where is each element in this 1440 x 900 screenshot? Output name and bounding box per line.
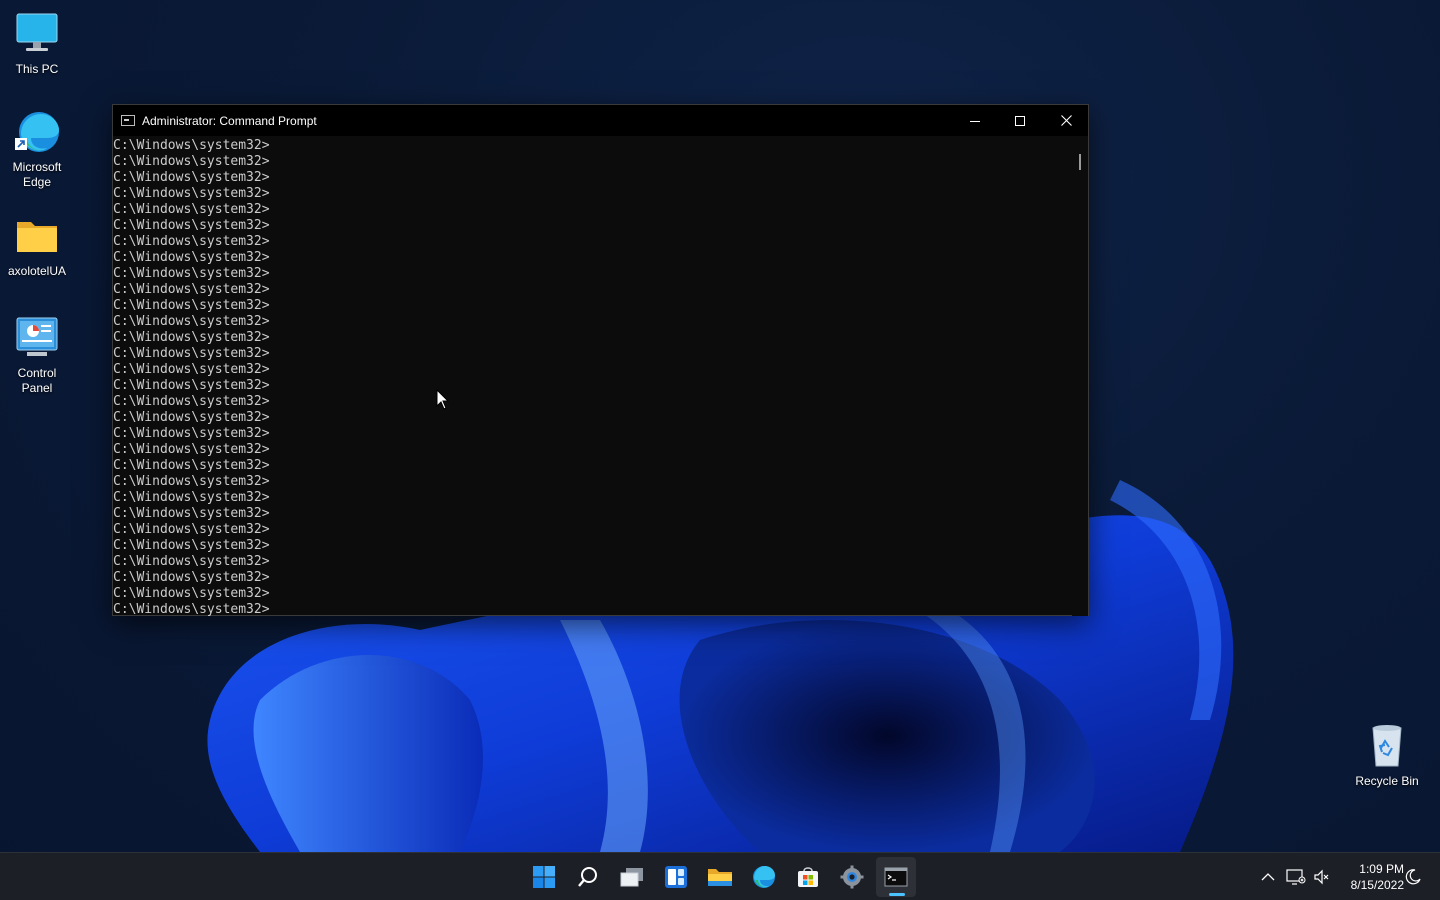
console-line: C:\Windows\system32> [113, 474, 270, 489]
clock-time: 1:09 PM [1359, 862, 1404, 876]
command-prompt-taskbar-button[interactable] [876, 857, 916, 897]
network-icon [1286, 869, 1306, 885]
focus-assist-button[interactable] [1402, 853, 1424, 900]
network-button[interactable] [1284, 853, 1308, 900]
widgets-button[interactable] [656, 857, 696, 897]
console-line: C:\Windows\system32> [113, 138, 270, 153]
clock-date: 8/15/2022 [1350, 878, 1404, 892]
console-line: C:\Windows\system32> [113, 234, 270, 249]
start-button[interactable] [524, 857, 564, 897]
desktop-icon-folder[interactable]: axolotelUA [1, 212, 73, 279]
desktop-icon-label: Microsoft Edge [12, 160, 62, 189]
scroll-thumb[interactable] [1079, 154, 1081, 170]
recycle-bin-icon [1363, 722, 1411, 770]
minimize-icon [970, 120, 980, 122]
desktop-icon-label: Control Panel [17, 366, 57, 395]
taskbar: 1:09 PM 8/15/2022 [0, 852, 1440, 900]
vertical-scrollbar[interactable] [1072, 136, 1088, 616]
cmd-icon [121, 115, 135, 126]
console-line: C:\Windows\system32> [113, 282, 270, 297]
file-explorer-button[interactable] [700, 857, 740, 897]
console-line: C:\Windows\system32> [113, 250, 270, 265]
console-line: C:\Windows\system32> [113, 586, 270, 601]
start-icon [533, 866, 555, 888]
console-line: C:\Windows\system32> [113, 154, 270, 169]
desktop-icon-label: axolotelUA [7, 264, 67, 278]
console-line: C:\Windows\system32> [113, 218, 270, 233]
console-line: C:\Windows\system32> [113, 410, 270, 425]
search-icon [578, 867, 597, 887]
console-line: C:\Windows\system32> [113, 314, 270, 329]
console-line: C:\Windows\system32> [113, 266, 270, 281]
console-line: C:\Windows\system32> [113, 170, 270, 185]
console-line: C:\Windows\system32> [113, 378, 270, 393]
console-line: C:\Windows\system32> [113, 346, 270, 361]
console-line: C:\Windows\system32> [113, 394, 270, 409]
maximize-icon [1015, 115, 1025, 126]
task-view-icon [620, 868, 643, 887]
control-panel-icon [13, 314, 61, 362]
widgets-icon [665, 866, 687, 888]
maximize-button[interactable] [997, 105, 1043, 136]
show-hidden-icons-button[interactable] [1256, 853, 1280, 900]
console-output[interactable]: C:\Windows\system32> C:\Windows\system32>… [113, 136, 1073, 616]
moon-icon [1405, 869, 1421, 885]
console-line: C:\Windows\system32> [113, 426, 270, 441]
command-prompt-window[interactable]: Administrator: Command Prompt C:\Windows… [112, 104, 1089, 616]
terminal-icon [884, 867, 908, 887]
chevron-up-icon [1261, 873, 1275, 881]
store-icon [798, 867, 818, 887]
console-line: C:\Windows\system32> [113, 330, 270, 345]
console-line: C:\Windows\system32> [113, 602, 270, 616]
console-line: C:\Windows\system32> [113, 490, 270, 505]
desktop-icon-label: This PC [15, 62, 59, 76]
console-line: C:\Windows\system32> [113, 442, 270, 457]
file-explorer-icon [708, 869, 732, 886]
minimize-button[interactable] [952, 105, 998, 136]
volume-button[interactable] [1310, 853, 1334, 900]
settings-button[interactable] [832, 857, 872, 897]
edge-icon [13, 108, 61, 156]
console-line: C:\Windows\system32> [113, 570, 270, 585]
store-button[interactable] [788, 857, 828, 897]
console-line: C:\Windows\system32> [113, 362, 270, 377]
close-button[interactable] [1043, 105, 1089, 136]
edge-button[interactable] [744, 857, 784, 897]
console-line: C:\Windows\system32> [113, 458, 270, 473]
clock[interactable]: 1:09 PM 8/15/2022 [1334, 861, 1404, 893]
console-line: C:\Windows\system32> [113, 522, 270, 537]
window-title: Administrator: Command Prompt [142, 113, 317, 128]
title-bar[interactable]: Administrator: Command Prompt [113, 105, 1088, 136]
active-app-indicator [889, 893, 905, 896]
console-line: C:\Windows\system32> [113, 506, 270, 521]
monitor-icon [13, 10, 61, 58]
console-line: C:\Windows\system32> [113, 202, 270, 217]
desktop-icon-label: Recycle Bin [1355, 774, 1419, 788]
search-button[interactable] [568, 857, 608, 897]
desktop-icon-microsoft-edge[interactable]: Microsoft Edge [1, 108, 73, 190]
edge-icon [753, 866, 775, 888]
desktop-icon-recycle-bin[interactable]: Recycle Bin [1351, 722, 1423, 789]
console-line: C:\Windows\system32> [113, 538, 270, 553]
desktop-icon-this-pc[interactable]: This PC [1, 10, 73, 77]
console-line: C:\Windows\system32> [113, 554, 270, 569]
folder-icon [13, 212, 61, 260]
console-line: C:\Windows\system32> [113, 298, 270, 313]
console-line: C:\Windows\system32> [113, 186, 270, 201]
mouse-cursor-icon [436, 388, 450, 416]
close-icon [1060, 115, 1072, 126]
desktop-icon-control-panel[interactable]: Control Panel [1, 314, 73, 396]
gear-icon [840, 865, 864, 889]
volume-muted-icon [1314, 869, 1329, 885]
task-view-button[interactable] [612, 857, 652, 897]
